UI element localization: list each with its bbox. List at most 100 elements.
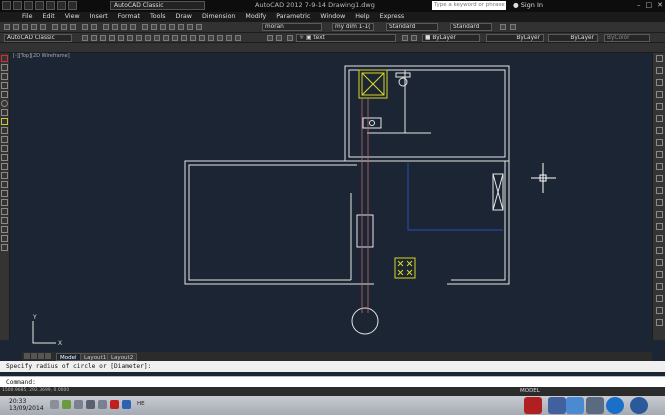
volume-icon[interactable] — [74, 400, 83, 409]
preview-icon[interactable] — [40, 24, 46, 30]
rotate-object-icon[interactable] — [656, 127, 663, 134]
multileader-style-icon[interactable] — [500, 24, 506, 30]
open-icon[interactable] — [13, 24, 19, 30]
cut-icon[interactable] — [52, 24, 58, 30]
save-as-icon[interactable] — [35, 1, 44, 10]
layer-on-icon[interactable] — [287, 35, 293, 41]
textstyle-combo[interactable]: Standard — [386, 23, 438, 31]
ellipse-icon[interactable] — [163, 35, 169, 41]
plotstyle-combo[interactable]: ByColor — [604, 34, 650, 42]
properties-icon[interactable] — [142, 24, 148, 30]
menu-modify[interactable]: Modify — [245, 13, 266, 20]
polar-icon[interactable] — [656, 283, 663, 290]
gradient-icon[interactable] — [208, 35, 214, 41]
redo-icon[interactable] — [68, 1, 77, 10]
menu-format[interactable]: Format — [118, 13, 140, 20]
menu-window[interactable]: Window — [320, 13, 345, 20]
circle-icon[interactable] — [1, 100, 8, 107]
array-icon[interactable] — [1, 154, 8, 161]
copy-icon[interactable] — [1, 127, 8, 134]
new-file-icon[interactable] — [2, 1, 11, 10]
break-icon[interactable] — [1, 208, 8, 215]
media-task-icon[interactable] — [586, 397, 604, 414]
drawing-area[interactable]: Y X [-][Top][2D Wireframe] — [11, 53, 651, 351]
arc-icon[interactable] — [1, 109, 8, 116]
pan-icon[interactable] — [103, 24, 109, 30]
system-clock[interactable]: 20:33 13/09/2014 — [9, 398, 44, 412]
scale-object-icon[interactable] — [656, 139, 663, 146]
break-object-icon[interactable] — [656, 187, 663, 194]
tool-palettes-icon[interactable] — [160, 24, 166, 30]
trim-object-icon[interactable] — [656, 163, 663, 170]
table-icon[interactable] — [226, 35, 232, 41]
tablestyle-combo[interactable]: Standard — [450, 23, 492, 31]
floor-plan-drawing[interactable]: Y X — [11, 53, 651, 351]
mirror-object-icon[interactable] — [656, 79, 663, 86]
tab-layout1[interactable]: Layout1 — [80, 353, 111, 361]
insert-block-icon[interactable] — [172, 35, 178, 41]
tab-model[interactable]: Model — [56, 353, 81, 361]
sheet-set-icon[interactable] — [169, 24, 175, 30]
menu-insert[interactable]: Insert — [90, 13, 108, 20]
polygon-icon[interactable] — [1, 82, 8, 89]
menu-help[interactable]: Help — [355, 13, 369, 20]
zoom-icon[interactable] — [112, 24, 118, 30]
workspace-selector[interactable]: AutoCAD Classic — [110, 1, 205, 10]
text-icon[interactable] — [510, 24, 516, 30]
start-button-icon[interactable] — [630, 397, 648, 414]
menu-file[interactable]: File — [22, 13, 33, 20]
osnap-icon[interactable] — [656, 259, 663, 266]
menu-parametric[interactable]: Parametric — [276, 13, 310, 20]
join-object-icon[interactable] — [656, 199, 663, 206]
menu-edit[interactable]: Edit — [43, 13, 55, 20]
construction-line-icon[interactable] — [1, 64, 8, 71]
menu-dimension[interactable]: Dimension — [202, 13, 235, 20]
mirror-icon[interactable] — [1, 136, 8, 143]
tab-layout2[interactable]: Layout2 — [107, 353, 138, 361]
antivirus-icon[interactable] — [110, 400, 119, 409]
close-icon[interactable]: ✕ — [657, 1, 663, 9]
rectangle-icon[interactable] — [118, 35, 124, 41]
explode-icon[interactable] — [1, 244, 8, 251]
maximize-icon[interactable]: □ — [646, 1, 653, 9]
chamfer-icon[interactable] — [1, 226, 8, 233]
help-icon[interactable] — [196, 24, 202, 30]
stretch-object-icon[interactable] — [656, 151, 663, 158]
ortho-icon[interactable] — [656, 271, 663, 278]
prev-tab-icon[interactable] — [31, 353, 37, 359]
polygon-icon[interactable] — [109, 35, 115, 41]
dynamic-input-icon[interactable] — [656, 307, 663, 314]
circle-icon[interactable] — [136, 35, 142, 41]
last-tab-icon[interactable] — [45, 353, 51, 359]
sign-in-button[interactable]: ● Sign In — [513, 1, 543, 9]
make-block-icon[interactable] — [181, 35, 187, 41]
word-task-icon[interactable] — [548, 397, 566, 414]
lineweight-toggle-icon[interactable] — [656, 319, 663, 326]
save-icon[interactable] — [24, 1, 33, 10]
menu-express[interactable]: Express — [380, 13, 405, 20]
layer-previous-icon[interactable] — [411, 35, 417, 41]
revision-cloud-icon[interactable] — [145, 35, 151, 41]
make-current-icon[interactable] — [402, 35, 408, 41]
linetype-combo[interactable]: ByLayer — [486, 34, 544, 42]
calculator-icon[interactable] — [187, 24, 193, 30]
design-center-icon[interactable] — [151, 24, 157, 30]
fillet-object-icon[interactable] — [656, 223, 663, 230]
save-icon[interactable] — [22, 24, 28, 30]
scale-icon[interactable] — [1, 172, 8, 179]
workspace-combo[interactable]: AutoCAD Classic — [4, 34, 72, 42]
join-icon[interactable] — [1, 217, 8, 224]
language-indicator[interactable]: HE — [137, 401, 145, 407]
menu-draw[interactable]: Draw — [175, 13, 191, 20]
line-icon[interactable] — [82, 35, 88, 41]
chamfer-object-icon[interactable] — [656, 211, 663, 218]
move-object-icon[interactable] — [656, 115, 663, 122]
lineweight-combo[interactable]: ByLayer — [548, 34, 598, 42]
model-space-toggle[interactable]: MODEL — [520, 388, 540, 394]
fillet-icon[interactable] — [1, 235, 8, 242]
construction-line-icon[interactable] — [91, 35, 97, 41]
hatch-icon[interactable] — [199, 35, 205, 41]
spline-icon[interactable] — [154, 35, 160, 41]
layer-properties-icon[interactable] — [267, 35, 273, 41]
move-icon[interactable] — [1, 118, 8, 125]
